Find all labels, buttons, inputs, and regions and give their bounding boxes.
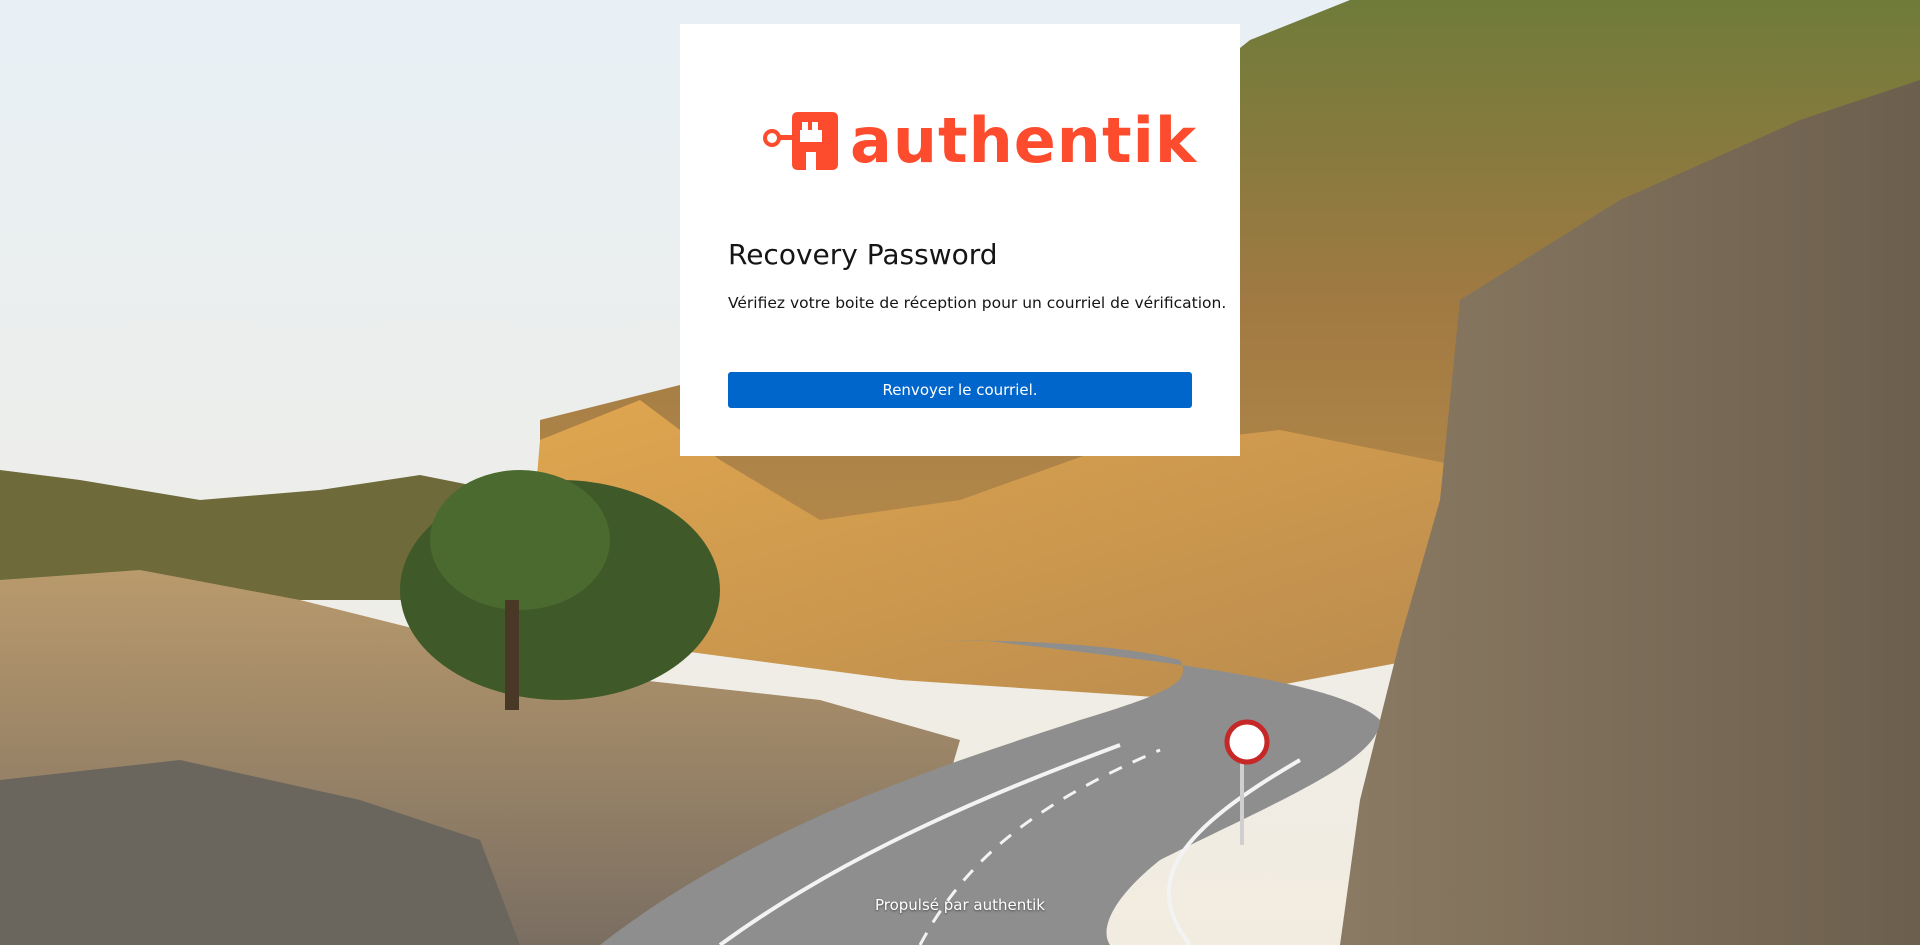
authentik-logo-icon <box>762 108 842 174</box>
resend-email-button[interactable]: Renvoyer le courriel. <box>728 372 1192 408</box>
brand-name: authentik <box>850 104 1198 177</box>
verification-message: Vérifiez votre boite de réception pour u… <box>728 294 1227 312</box>
powered-by-footer: Propulsé par authentik <box>874 896 1045 914</box>
page-title: Recovery Password <box>728 238 998 271</box>
recovery-card: authentik Recovery Password Vérifiez vot… <box>680 24 1240 456</box>
brand-logo: authentik <box>762 96 1196 186</box>
